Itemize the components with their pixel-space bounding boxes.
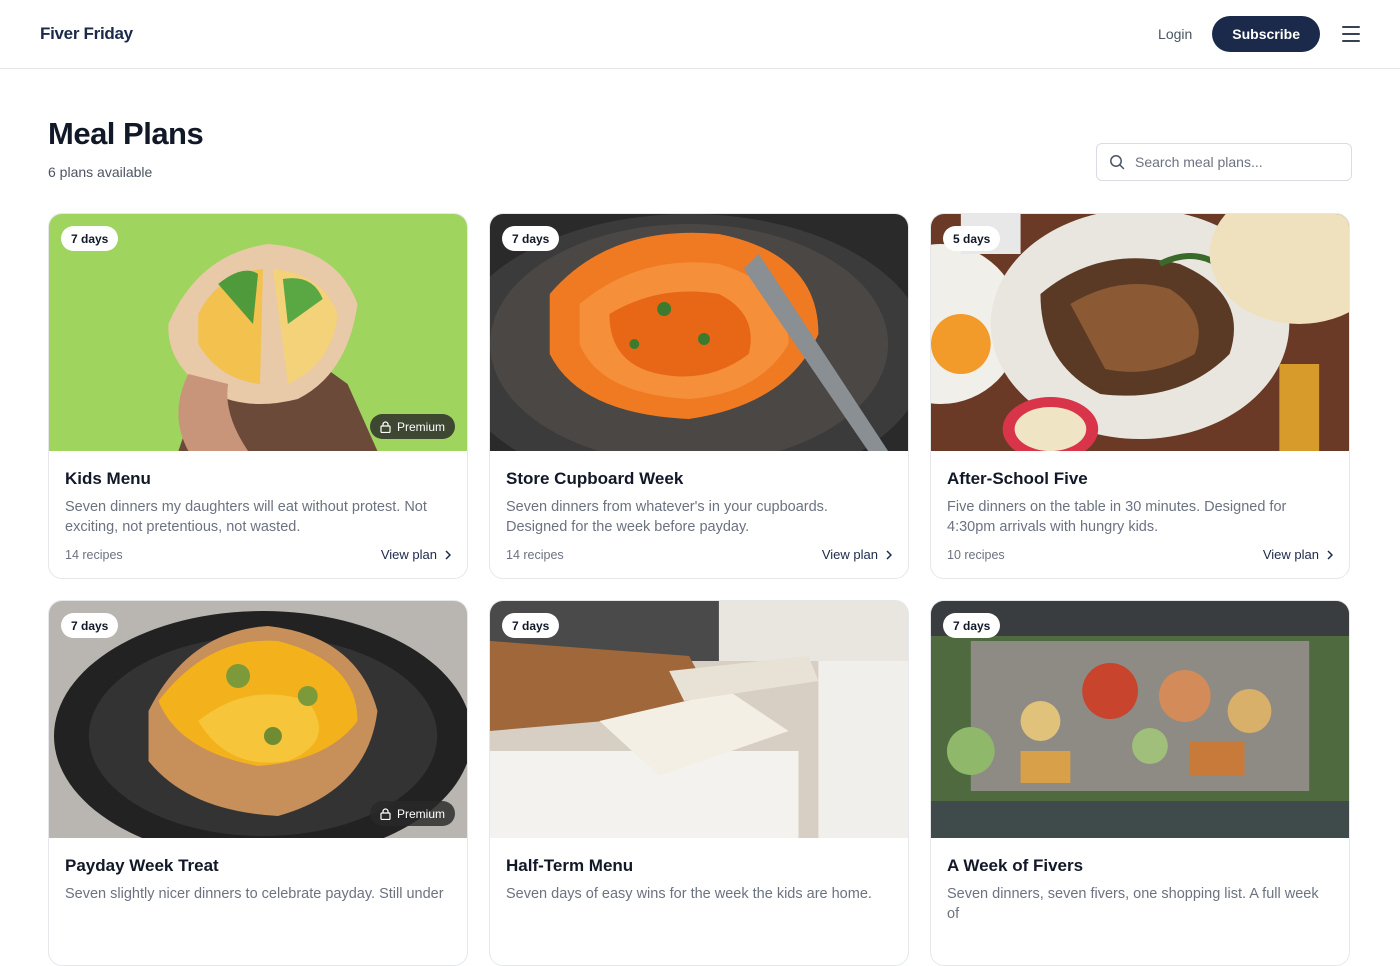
- plan-description: Seven days of easy wins for the week the…: [506, 886, 872, 902]
- plan-image: 5 days: [931, 214, 1349, 451]
- premium-label: Premium: [396, 419, 445, 434]
- lock-icon: [380, 807, 391, 820]
- lock-icon: [380, 420, 391, 433]
- search-icon: [1110, 155, 1125, 170]
- subscribe-button[interactable]: Subscribe: [1212, 16, 1320, 52]
- chevron-right-icon: [886, 549, 892, 560]
- chevron-right-icon: [1327, 549, 1333, 560]
- view-plan-label: View plan: [821, 547, 878, 562]
- meal-plan-grid: 7 days Premium Kids Menu Seven dinners m…: [48, 213, 1352, 966]
- plan-description: Seven dinners from whatever's in your cu…: [506, 499, 828, 535]
- plan-description: Seven dinners my daughters will eat with…: [65, 499, 427, 535]
- top-nav: Fiver Friday Login Subscribe: [0, 0, 1400, 69]
- meal-plan-card[interactable]: 7 days Half-Term Menu Seven days of easy…: [489, 600, 909, 966]
- search-box[interactable]: [1096, 143, 1352, 181]
- login-link[interactable]: Login: [1158, 26, 1192, 42]
- view-plan-link[interactable]: View plan: [1263, 547, 1333, 562]
- plan-image: 7 days Premium: [49, 601, 467, 838]
- premium-label: Premium: [396, 806, 445, 821]
- recipe-count: 14 recipes: [65, 547, 123, 562]
- hamburger-menu-icon[interactable]: [1342, 26, 1360, 42]
- plan-title: Kids Menu: [65, 469, 151, 488]
- plan-description: Seven dinners, seven fivers, one shoppin…: [947, 886, 1319, 922]
- duration-badge: 7 days: [943, 613, 1001, 638]
- plan-title: After-School Five: [947, 469, 1088, 488]
- plan-image: 7 days: [490, 214, 908, 451]
- plan-description: Seven slightly nicer dinners to celebrat…: [65, 886, 444, 902]
- premium-badge: Premium: [369, 801, 455, 826]
- plan-title: Payday Week Treat: [65, 856, 219, 875]
- duration-badge: 7 days: [502, 226, 560, 251]
- plan-image: 7 days: [931, 601, 1349, 838]
- chevron-right-icon: [445, 549, 451, 560]
- brand-logo[interactable]: Fiver Friday: [40, 24, 133, 44]
- plan-title: Half-Term Menu: [506, 856, 634, 875]
- duration-badge: 7 days: [502, 613, 560, 638]
- page-header: Meal Plans 6 plans available: [48, 116, 204, 180]
- search-input[interactable]: [1135, 154, 1335, 170]
- meal-plan-card[interactable]: 7 days Premium Payday Week Treat Seven s…: [48, 600, 468, 966]
- plan-title: A Week of Fivers: [947, 856, 1084, 875]
- plan-title: Store Cupboard Week: [506, 469, 684, 488]
- page-title: Meal Plans: [48, 116, 204, 151]
- plan-count: 6 plans available: [48, 164, 153, 180]
- duration-badge: 5 days: [943, 226, 1001, 251]
- plan-description: Five dinners on the table in 30 minutes.…: [947, 499, 1287, 535]
- nav-actions: Login Subscribe: [1158, 16, 1360, 52]
- plan-image: 7 days Premium: [49, 214, 467, 451]
- plan-image: 7 days: [490, 601, 908, 838]
- recipe-count: 10 recipes: [947, 547, 1005, 562]
- view-plan-link[interactable]: View plan: [822, 547, 892, 562]
- meal-plan-card[interactable]: 7 days A Week of Fivers Seven dinners, s…: [930, 600, 1350, 966]
- recipe-count: 14 recipes: [506, 547, 564, 562]
- premium-badge: Premium: [369, 414, 455, 439]
- duration-badge: 7 days: [61, 613, 119, 638]
- meal-plan-card[interactable]: 5 days After-School Five Five dinners on…: [930, 213, 1350, 579]
- view-plan-label: View plan: [1262, 547, 1319, 562]
- meal-plan-card[interactable]: 7 days Premium Kids Menu Seven dinners m…: [48, 213, 468, 579]
- duration-badge: 7 days: [61, 226, 119, 251]
- view-plan-link[interactable]: View plan: [381, 547, 451, 562]
- view-plan-label: View plan: [380, 547, 437, 562]
- meal-plan-card[interactable]: 7 days Store Cupboard Week Seven dinners…: [489, 213, 909, 579]
